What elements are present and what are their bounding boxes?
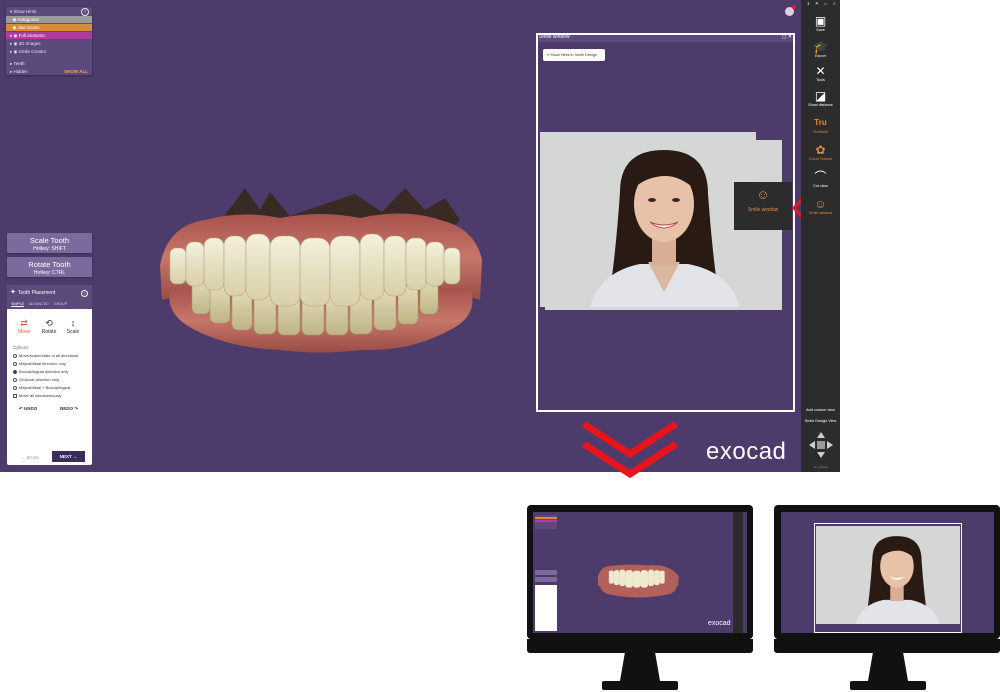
move-mode-button[interactable]: ⇄ Move bbox=[14, 318, 34, 335]
exocad-logo: exocad bbox=[706, 438, 787, 465]
smile-design-view-button[interactable]: Smile Design View bbox=[801, 419, 840, 423]
rotate-tooth-button[interactable]: Rotate Tooth Hotkey: CTRL bbox=[7, 257, 92, 277]
cut-view-icon: ⌒ bbox=[814, 170, 827, 184]
sidebar-item-culori-texture[interactable]: ✿ Culori Texture bbox=[801, 143, 840, 161]
sidebar-item-smile-window[interactable]: ☺ Smile window bbox=[801, 197, 840, 215]
tree-row-jaw-scans[interactable]: ◉ Jaw Scans bbox=[6, 24, 92, 31]
exocad-logo-thumbnail: exocad bbox=[708, 620, 731, 627]
tab-advanced[interactable]: ADVANCED bbox=[29, 302, 49, 306]
sidebar-item-show-distance[interactable]: ◪ Show distance bbox=[801, 89, 840, 107]
add-custom-view-button[interactable]: Add custom view bbox=[801, 408, 840, 412]
undo-button[interactable]: ↶ UNDO bbox=[19, 406, 37, 412]
tools-icon: ✕ bbox=[815, 64, 826, 78]
tab-simple[interactable]: SIMPLE bbox=[11, 302, 25, 307]
window-controls-icon[interactable]: ⬇ ⚑ ▭ ✕ bbox=[801, 1, 840, 7]
exocad-app-window: ? ▾ Show Hints ◉ Antagonist ◉ Jaw Scans … bbox=[0, 0, 840, 472]
monitor-neck bbox=[868, 653, 908, 681]
back-button[interactable]: ← BACK bbox=[21, 455, 39, 460]
dental-3d-model-thumbnail bbox=[597, 564, 679, 598]
panel-header: ✦ Tooth Placement ? bbox=[7, 285, 92, 301]
red-chevron-arrows-icon bbox=[582, 421, 678, 479]
show-all-button[interactable]: SHOW ALL bbox=[64, 68, 88, 75]
save-icon: ▣ bbox=[814, 14, 827, 28]
tooth-placement-panel: ✦ Tooth Placement ? SIMPLE ADVANCED GROU… bbox=[7, 285, 92, 465]
sidebar-item-save[interactable]: ▣ Save bbox=[801, 14, 840, 32]
rotate-mode-button[interactable]: ⟲ Rotate bbox=[39, 318, 59, 335]
notification-badge bbox=[792, 5, 796, 9]
monitor-chin bbox=[774, 639, 1000, 653]
dental-3d-model[interactable] bbox=[150, 180, 490, 355]
next-button[interactable]: NEXT → bbox=[52, 451, 85, 462]
scale-tooth-button[interactable]: Scale Tooth Hotkey: SHIFT bbox=[7, 233, 92, 253]
object-tree-panel: ? ▾ Show Hints ◉ Antagonist ◉ Jaw Scans … bbox=[6, 7, 92, 75]
tab-group[interactable]: GROUP bbox=[54, 302, 67, 306]
navigation-cube-icon[interactable] bbox=[807, 430, 835, 460]
export-icon: 🎓 bbox=[813, 40, 828, 54]
tree-row-show-hints[interactable]: ▾ Show Hints bbox=[6, 8, 92, 15]
sidebar-item-export[interactable]: 🎓 Export bbox=[801, 40, 840, 58]
portrait-image bbox=[540, 132, 756, 307]
monitor-neck bbox=[620, 653, 660, 681]
tree-row-full-anatomic[interactable]: ▸ ◉ Full anatomic bbox=[6, 32, 92, 39]
sidebar-item-trusmile[interactable]: Tru TruSmile bbox=[801, 116, 840, 134]
monitor-screen: exocad bbox=[533, 512, 747, 633]
tree-row-3d-images[interactable]: ▸ ◉ 3D Images bbox=[6, 40, 92, 47]
smile-face-icon: ☺ bbox=[756, 187, 770, 202]
tree-row-hidden[interactable]: ▸ Hidden SHOW ALL bbox=[6, 68, 92, 75]
option-radio[interactable]: Mesial/distal direction only bbox=[13, 361, 66, 366]
distance-icon: ◪ bbox=[814, 89, 827, 103]
sidebar-item-cut-view[interactable]: ⌒ Cut view bbox=[801, 170, 840, 188]
rotate-icon: ⟲ bbox=[45, 318, 53, 328]
right-toolbar: ⬇ ⚑ ▭ ✕ ▣ Save 🎓 Export ✕ Tools ◪ Show dista… bbox=[801, 0, 840, 472]
scale-icon: ↕ bbox=[70, 318, 76, 328]
smile-window-icon: ☺ bbox=[814, 197, 827, 211]
tree-row-antagonist[interactable]: ◉ Antagonist bbox=[6, 16, 92, 23]
monitor-chin bbox=[527, 639, 753, 653]
smile-window-tooltip: ☺ Smile window bbox=[734, 182, 792, 230]
wand-icon: ✦ bbox=[10, 289, 16, 296]
patient-photo[interactable] bbox=[540, 132, 756, 307]
texture-icon: ✿ bbox=[815, 143, 826, 157]
options-title: Options bbox=[13, 345, 29, 350]
notification-bell-icon[interactable] bbox=[785, 5, 796, 16]
show-hints-smile-design-button[interactable]: ≡ Show Hints in Smile Design bbox=[543, 49, 605, 61]
placement-tabs: SIMPLE ADVANCED GROUP bbox=[7, 301, 92, 309]
monitor-base bbox=[850, 681, 926, 690]
monitor-screen bbox=[781, 512, 994, 633]
tree-row-teeth[interactable]: ▸ Teeth bbox=[6, 60, 92, 67]
redo-button[interactable]: REDO ↷ bbox=[60, 406, 78, 412]
sidebar-item-tools[interactable]: ✕ Tools bbox=[801, 64, 840, 82]
option-radio[interactable]: Move/scale/rotate in all directions bbox=[13, 353, 78, 358]
version-label: v3.1 Rijeka bbox=[813, 465, 828, 469]
option-radio[interactable]: Mesial/distal + Buccal/lingual bbox=[13, 385, 70, 390]
patient-photo-thumbnail bbox=[816, 526, 960, 624]
option-radio[interactable]: Occlusal direction only bbox=[13, 377, 59, 382]
trusmile-icon: Tru bbox=[814, 118, 827, 127]
option-checkbox[interactable]: Move all simultaneously bbox=[13, 393, 61, 398]
option-radio[interactable]: Buccal/lingual direction only bbox=[13, 369, 68, 374]
scale-mode-button[interactable]: ↕ Scale bbox=[63, 318, 83, 335]
monitor-base bbox=[602, 681, 678, 690]
move-icon: ⇄ bbox=[20, 318, 28, 328]
tree-row-smile-creator[interactable]: ▸ ◉ Smile Creator bbox=[6, 48, 92, 55]
help-icon[interactable]: ? bbox=[81, 290, 88, 297]
